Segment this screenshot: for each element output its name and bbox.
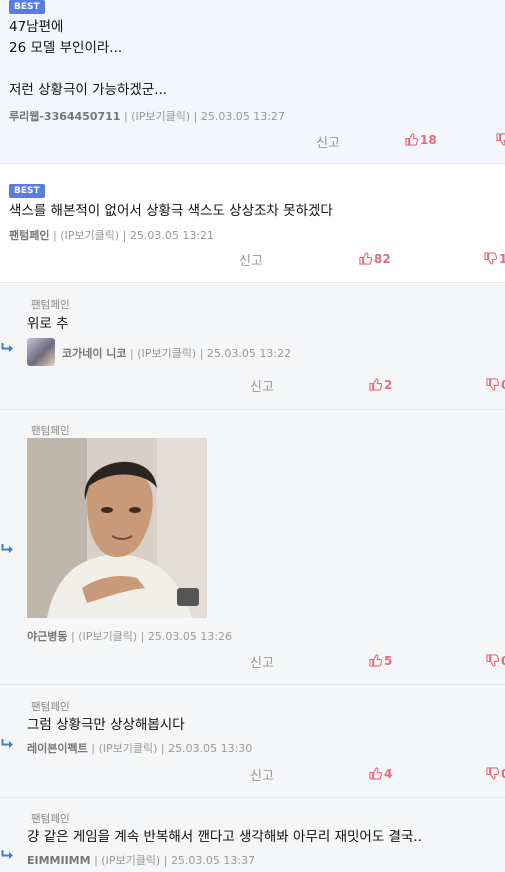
upvote-button[interactable]: 2 bbox=[369, 378, 392, 392]
upvote-count: 18 bbox=[420, 133, 437, 147]
reply-arrow-icon bbox=[1, 343, 14, 353]
photo-image bbox=[27, 438, 207, 618]
ip-view-link[interactable]: (IP보기클릭) bbox=[60, 229, 119, 242]
thumbs-down-icon bbox=[486, 654, 499, 667]
comment-text: 색스를 해본적이 없어서 상황극 색스도 상상조차 못하겠다 bbox=[9, 203, 333, 219]
thumbs-up-icon bbox=[359, 252, 372, 265]
reply-target-name: 팬텀페인 bbox=[31, 701, 70, 713]
reply-arrow-icon bbox=[1, 850, 14, 860]
downvote-count: 0 bbox=[501, 767, 505, 781]
comment-time: 25.03.05 13:30 bbox=[168, 742, 253, 755]
downvote-count: 0 bbox=[501, 378, 505, 392]
comment-text: 47남편에 26 모델 부인이라... 저런 상황극이 가능하겠군... bbox=[9, 19, 168, 98]
downvote-count: 1 bbox=[499, 252, 505, 266]
ip-view-link[interactable]: (IP보기클릭) bbox=[101, 854, 160, 867]
downvote-button[interactable]: 0 bbox=[486, 378, 505, 392]
best-badge: BEST bbox=[9, 184, 45, 198]
upvote-count: 2 bbox=[384, 378, 393, 392]
thumbs-up-icon bbox=[405, 133, 418, 146]
comment-time: 25.03.05 13:22 bbox=[206, 347, 292, 360]
reply-target-name: 팬텀페인 bbox=[31, 299, 70, 311]
downvote-button[interactable]: 0 bbox=[486, 767, 505, 781]
thumbs-down-icon bbox=[484, 252, 497, 265]
ip-view-link[interactable]: (IP보기클릭) bbox=[78, 630, 137, 643]
reply-text: 걍 같은 게임을 계속 반복해서 깬다고 생각해봐 아무리 재밋어도 결국.. bbox=[27, 829, 422, 845]
downvote-button[interactable]: 0 bbox=[486, 654, 505, 668]
attached-photo[interactable] bbox=[27, 438, 207, 618]
comment-meta: 루리웹-3364450711 | (IP보기클릭) | 25.03.05 13:… bbox=[9, 110, 286, 123]
reply-comment: 팬텀페인 야근병동 | (IP보기클릭) | 25.03.05 13:26 신고… bbox=[0, 410, 505, 685]
author-nickname[interactable]: 야근병동 bbox=[27, 630, 67, 643]
reply-target-name: 팬텀페인 bbox=[31, 813, 70, 825]
report-button[interactable]: 신고 bbox=[250, 376, 274, 395]
reply-arrow-icon bbox=[1, 739, 14, 749]
thumbs-up-icon bbox=[369, 378, 382, 391]
ip-view-link[interactable]: (IP보기클릭) bbox=[98, 742, 157, 755]
upvote-button[interactable]: 4 bbox=[369, 767, 392, 781]
report-button[interactable]: 신고 bbox=[316, 132, 340, 151]
best-comment: BEST 색스를 해본적이 없어서 상황극 색스도 상상조차 못하겠다 팬텀페인… bbox=[0, 166, 505, 283]
comment-time: 25.03.05 13:37 bbox=[170, 854, 256, 867]
comment-meta: 레이븐이펙트 | (IP보기클릭) | 25.03.05 13:30 bbox=[27, 742, 253, 755]
thumbs-down-icon bbox=[496, 133, 505, 146]
thumbs-down-icon bbox=[486, 378, 499, 391]
report-button[interactable]: 신고 bbox=[250, 765, 274, 784]
best-comment: BEST 47남편에 26 모델 부인이라... 저런 상황극이 가능하겠군..… bbox=[0, 0, 505, 164]
author-nickname[interactable]: 팬텀페인 bbox=[9, 229, 49, 242]
author-nickname[interactable]: EIMMIIMM bbox=[27, 854, 91, 867]
comment-time: 25.03.05 13:26 bbox=[147, 630, 233, 643]
comment-meta: EIMMIIMM | (IP보기클릭) | 25.03.05 13:37 bbox=[27, 854, 256, 867]
ip-view-link[interactable]: (IP보기클릭) bbox=[137, 347, 196, 360]
comment-meta: 야근병동 | (IP보기클릭) | 25.03.05 13:26 bbox=[27, 630, 233, 643]
upvote-count: 5 bbox=[384, 654, 393, 668]
reply-arrow-icon bbox=[1, 544, 14, 554]
comment-meta: 팬텀페인 | (IP보기클릭) | 25.03.05 13:21 bbox=[9, 229, 215, 242]
upvote-button[interactable]: 5 bbox=[369, 654, 392, 668]
author-nickname[interactable]: 코가네이 니코 bbox=[62, 347, 127, 360]
author-nickname[interactable]: 레이븐이펙트 bbox=[27, 742, 88, 755]
thumbs-up-icon bbox=[369, 767, 382, 780]
downvote-button[interactable]: 1 bbox=[484, 252, 505, 266]
upvote-button[interactable]: 82 bbox=[359, 252, 391, 266]
reply-target-name: 팬텀페인 bbox=[31, 425, 70, 437]
reply-text: 위로 추 bbox=[27, 316, 69, 332]
report-button[interactable]: 신고 bbox=[239, 250, 263, 269]
upvote-count: 4 bbox=[384, 767, 393, 781]
author-nickname[interactable]: 루리웹-3364450711 bbox=[9, 110, 120, 123]
ip-view-link[interactable]: (IP보기클릭) bbox=[131, 110, 190, 123]
downvote-button[interactable] bbox=[496, 133, 505, 147]
thumbs-up-icon bbox=[369, 654, 382, 667]
thumbs-down-icon bbox=[486, 767, 499, 780]
reply-comment: 팬텀페인 위로 추 코가네이 니코 | (IP보기클릭) | 25.03.05 … bbox=[0, 283, 505, 410]
avatar[interactable] bbox=[27, 338, 55, 366]
best-badge: BEST bbox=[9, 0, 45, 14]
reply-text: 그럼 상황극만 상상해봅시다 bbox=[27, 717, 185, 733]
upvote-count: 82 bbox=[374, 252, 391, 266]
comment-meta: 코가네이 니코 | (IP보기클릭) | 25.03.05 13:22 bbox=[62, 347, 292, 360]
reply-comment: 팬텀페인 그럼 상황극만 상상해봅시다 레이븐이펙트 | (IP보기클릭) | … bbox=[0, 685, 505, 798]
upvote-button[interactable]: 18 bbox=[405, 133, 437, 147]
comment-time: 25.03.05 13:21 bbox=[129, 229, 215, 242]
downvote-count: 0 bbox=[501, 654, 505, 668]
report-button[interactable]: 신고 bbox=[250, 652, 274, 671]
comment-time: 25.03.05 13:27 bbox=[200, 110, 286, 123]
reply-comment: 팬텀페인 걍 같은 게임을 계속 반복해서 깬다고 생각해봐 아무리 재밋어도 … bbox=[0, 798, 505, 872]
